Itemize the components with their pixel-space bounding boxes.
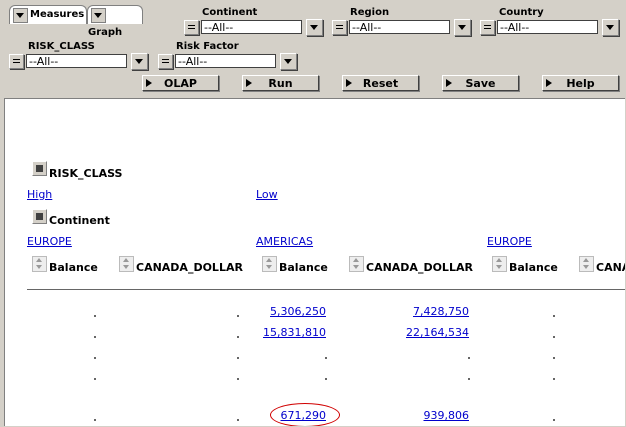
table-cell-americas-balance[interactable]: 5,306,250	[246, 305, 326, 318]
table-cell-americas-cad[interactable]: 7,428,750	[389, 305, 469, 318]
continent-link-europe-low[interactable]: EUROPE	[487, 235, 532, 248]
empty-cell-dot	[553, 378, 555, 380]
help-button[interactable]: Help	[542, 75, 619, 91]
empty-cell-dot	[468, 378, 470, 380]
tab-measures-label: Measures	[30, 9, 85, 20]
play-icon	[446, 79, 452, 87]
tab-graph[interactable]: Graph	[87, 5, 143, 38]
reset-button[interactable]: Reset	[342, 75, 419, 91]
risk-class-dropdown-button[interactable]	[131, 53, 148, 70]
chevron-down-icon	[458, 25, 466, 30]
continent-operator-button[interactable]	[184, 20, 199, 35]
risk-factor-operator-button[interactable]	[158, 54, 173, 69]
measure-header-canada-dollar: CANADA_DOLLAR	[596, 261, 625, 274]
save-button-label: Save	[465, 77, 496, 90]
chevron-down-icon	[135, 59, 143, 64]
risk-class-label: RISK_CLASS	[28, 41, 95, 52]
chevron-down-icon	[310, 25, 318, 30]
measure-header-balance: Balance	[509, 261, 558, 274]
empty-cell-dot	[553, 315, 555, 317]
sort-icon[interactable]	[579, 256, 594, 272]
empty-cell-dot	[94, 315, 96, 317]
region-dropdown-button[interactable]	[454, 19, 471, 36]
risk-class-operator-button[interactable]	[9, 54, 24, 69]
empty-cell-dot	[553, 336, 555, 338]
risk-factor-select[interactable]: --All--	[175, 54, 276, 68]
continent-header: Continent	[49, 214, 110, 227]
continent-link-americas[interactable]: AMERICAS	[256, 235, 313, 248]
measure-header-canada-dollar: CANADA_DOLLAR	[366, 261, 473, 274]
empty-cell-dot	[237, 315, 239, 317]
continent-select[interactable]: --All--	[201, 20, 302, 34]
empty-cell-dot	[94, 419, 96, 421]
run-button[interactable]: Run	[242, 75, 319, 91]
sort-icon[interactable]	[32, 256, 47, 272]
play-icon	[346, 79, 352, 87]
chevron-down-icon[interactable]	[91, 8, 106, 23]
help-button-label: Help	[566, 77, 595, 90]
empty-cell-dot	[237, 378, 239, 380]
empty-cell-dot	[94, 357, 96, 359]
risk-factor-dropdown-button[interactable]	[280, 53, 297, 70]
risk-link-low[interactable]: Low	[256, 188, 278, 201]
measure-header-balance: Balance	[279, 261, 328, 274]
tab-graph-label: Graph	[88, 27, 123, 38]
header-divider	[27, 289, 625, 290]
empty-cell-dot	[94, 378, 96, 380]
reset-button-label: Reset	[362, 77, 399, 90]
chevron-down-icon	[284, 59, 292, 64]
sort-icon[interactable]	[119, 256, 134, 272]
continent-link-europe-high[interactable]: EUROPE	[27, 235, 72, 248]
empty-cell-dot	[237, 336, 239, 338]
table-cell-americas-cad[interactable]: 22,164,534	[389, 326, 469, 339]
continent-dropdown-button[interactable]	[306, 19, 323, 36]
empty-cell-dot	[325, 378, 327, 380]
highlight-circle	[270, 403, 340, 426]
empty-cell-dot	[237, 357, 239, 359]
save-button[interactable]: Save	[442, 75, 519, 91]
measure-header-canada-dollar: CANADA_DOLLAR	[136, 261, 243, 274]
country-select[interactable]: --All--	[497, 20, 598, 34]
chevron-down-icon	[606, 25, 614, 30]
play-icon	[546, 79, 552, 87]
empty-cell-dot	[237, 419, 239, 421]
chevron-down-icon[interactable]	[13, 8, 28, 23]
empty-cell-dot	[468, 357, 470, 359]
risk-class-header: RISK_CLASS	[49, 167, 123, 180]
empty-cell-dot	[94, 336, 96, 338]
risk-link-high[interactable]: High	[27, 188, 52, 201]
country-operator-button[interactable]	[480, 20, 495, 35]
risk-class-select[interactable]: --All--	[26, 54, 127, 68]
play-icon	[146, 79, 152, 87]
empty-cell-dot	[553, 357, 555, 359]
sort-icon[interactable]	[349, 256, 364, 272]
region-label: Region	[350, 7, 390, 18]
sort-icon[interactable]	[492, 256, 507, 272]
risk-factor-label: Risk Factor	[176, 41, 239, 52]
empty-cell-dot	[553, 419, 555, 421]
olap-button-label: OLAP	[164, 77, 197, 90]
region-select[interactable]: --All--	[349, 20, 450, 34]
table-cell-americas-cad[interactable]: 939,806	[389, 409, 470, 422]
play-icon	[246, 79, 252, 87]
olap-button[interactable]: OLAP	[142, 75, 219, 91]
tab-measures[interactable]: Measures	[9, 5, 87, 24]
region-operator-button[interactable]	[332, 20, 347, 35]
continent-collapse-icon[interactable]	[32, 209, 47, 224]
country-label: Country	[499, 7, 544, 18]
report-area: RISK_CLASS High Low Continent EUROPE AME…	[4, 98, 625, 426]
country-dropdown-button[interactable]	[602, 19, 619, 36]
table-cell-americas-balance[interactable]: 15,831,810	[246, 326, 326, 339]
run-button-label: Run	[268, 77, 293, 90]
sort-icon[interactable]	[262, 256, 277, 272]
risk-class-collapse-icon[interactable]	[32, 161, 47, 176]
empty-cell-dot	[325, 357, 327, 359]
continent-label: Continent	[202, 7, 258, 18]
measure-header-balance: Balance	[49, 261, 98, 274]
